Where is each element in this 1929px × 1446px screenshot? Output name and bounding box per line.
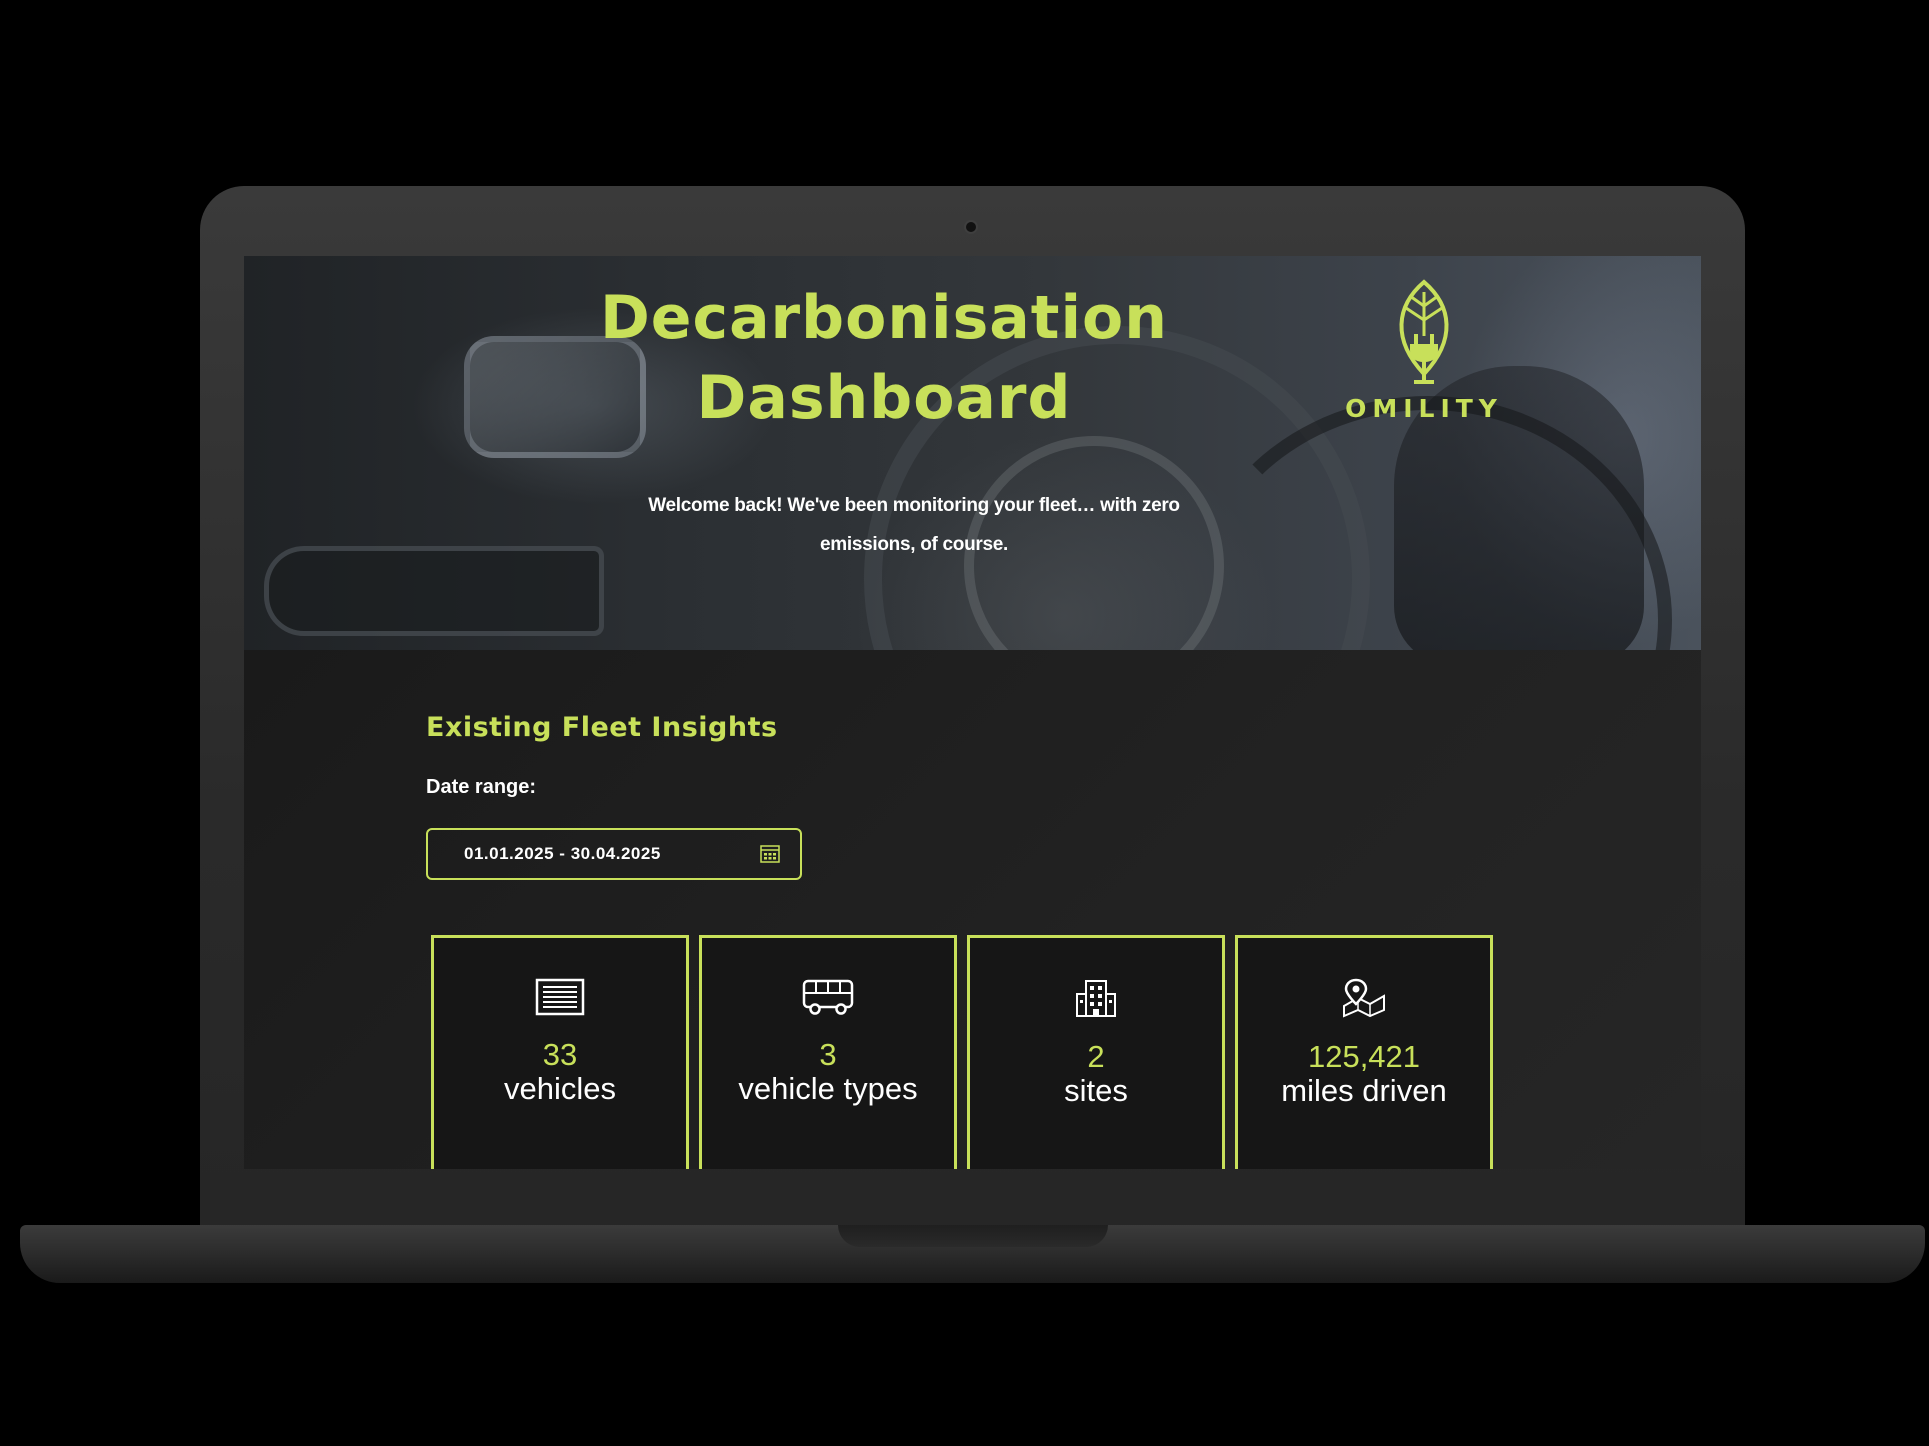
welcome-line-1: Welcome back! We've been monitoring your…	[648, 495, 1180, 516]
leaf-plug-icon	[1399, 279, 1449, 384]
map-pin-icon	[1343, 978, 1385, 1018]
stat-card-sites: 2 sites	[967, 935, 1225, 1169]
bus-icon	[802, 979, 854, 1015]
stat-card-vehicles: 33 vehicles	[431, 935, 689, 1169]
date-range-label: Date range:	[426, 776, 537, 798]
page-title: Decarbonisation Dashboard	[584, 278, 1184, 438]
stat-value: 2	[1087, 1039, 1105, 1074]
welcome-line-2: emissions, of course.	[820, 534, 1008, 555]
vehicle-grille-icon	[535, 978, 585, 1016]
stat-label: sites	[1064, 1073, 1128, 1108]
stat-value: 33	[542, 1037, 578, 1072]
date-range-picker[interactable]: 01.01.2025 - 30.04.2025	[426, 828, 802, 880]
calendar-icon[interactable]	[760, 845, 780, 863]
omility-logo: OMILITY	[1334, 278, 1514, 423]
stat-label: vehicles	[504, 1071, 616, 1106]
stat-value: 125,421	[1307, 1039, 1421, 1074]
truck-bumper-image	[264, 546, 604, 636]
fleet-insights-section: Existing Fleet Insights Date range: 01.0…	[244, 650, 1701, 1169]
stat-card-vehicle-types: 3 vehicle types	[699, 935, 957, 1169]
stat-value: 3	[819, 1037, 837, 1072]
hero-banner: Decarbonisation Dashboard Welcome back! …	[244, 256, 1701, 650]
building-icon	[1076, 980, 1116, 1017]
section-title: Existing Fleet Insights	[426, 712, 778, 743]
stat-cards: 33 vehicles 3 vehicle types 2 sites 125,…	[431, 935, 1493, 1169]
date-range-value: 01.01.2025 - 30.04.2025	[464, 844, 661, 863]
page-title-line-1: Decarbonisation	[600, 283, 1168, 353]
logo-text: OMILITY	[1345, 394, 1503, 423]
laptop-notch	[838, 1225, 1108, 1247]
webcam	[966, 222, 976, 232]
stat-label: vehicle types	[738, 1071, 918, 1106]
screen: Decarbonisation Dashboard Welcome back! …	[244, 256, 1701, 1169]
welcome-message: Welcome back! We've been monitoring your…	[594, 486, 1234, 564]
page-title-line-2: Dashboard	[696, 363, 1072, 433]
stat-card-miles: 125,421 miles driven	[1235, 935, 1493, 1169]
stat-label: miles driven	[1281, 1073, 1447, 1108]
